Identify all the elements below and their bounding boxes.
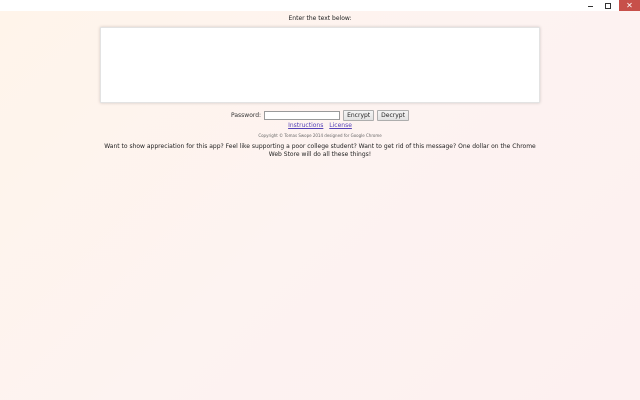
links-row: Instructions License — [0, 122, 640, 129]
close-icon: ✕ — [626, 0, 633, 10]
minimize-button[interactable] — [583, 0, 597, 11]
license-link[interactable]: License — [329, 122, 352, 129]
support-message: Want to show appreciation for this app? … — [104, 143, 536, 158]
instructions-link[interactable]: Instructions — [288, 122, 323, 129]
decrypt-button[interactable]: Decrypt — [377, 109, 409, 121]
minimize-icon — [587, 6, 593, 7]
title-bar: ✕ — [0, 0, 640, 11]
maximize-button[interactable] — [601, 0, 615, 11]
text-prompt: Enter the text below: — [288, 15, 352, 22]
maximize-icon — [605, 2, 611, 9]
password-row: Password: Encrypt Decrypt — [0, 109, 640, 121]
encrypt-button[interactable]: Encrypt — [343, 109, 375, 121]
copyright-text: Copyright © Tomas Swope 2014 designed fo… — [258, 133, 382, 138]
text-input-area[interactable] — [100, 27, 540, 103]
close-button[interactable]: ✕ — [619, 0, 640, 11]
password-field[interactable] — [264, 110, 341, 120]
password-label: Password: — [231, 111, 262, 119]
